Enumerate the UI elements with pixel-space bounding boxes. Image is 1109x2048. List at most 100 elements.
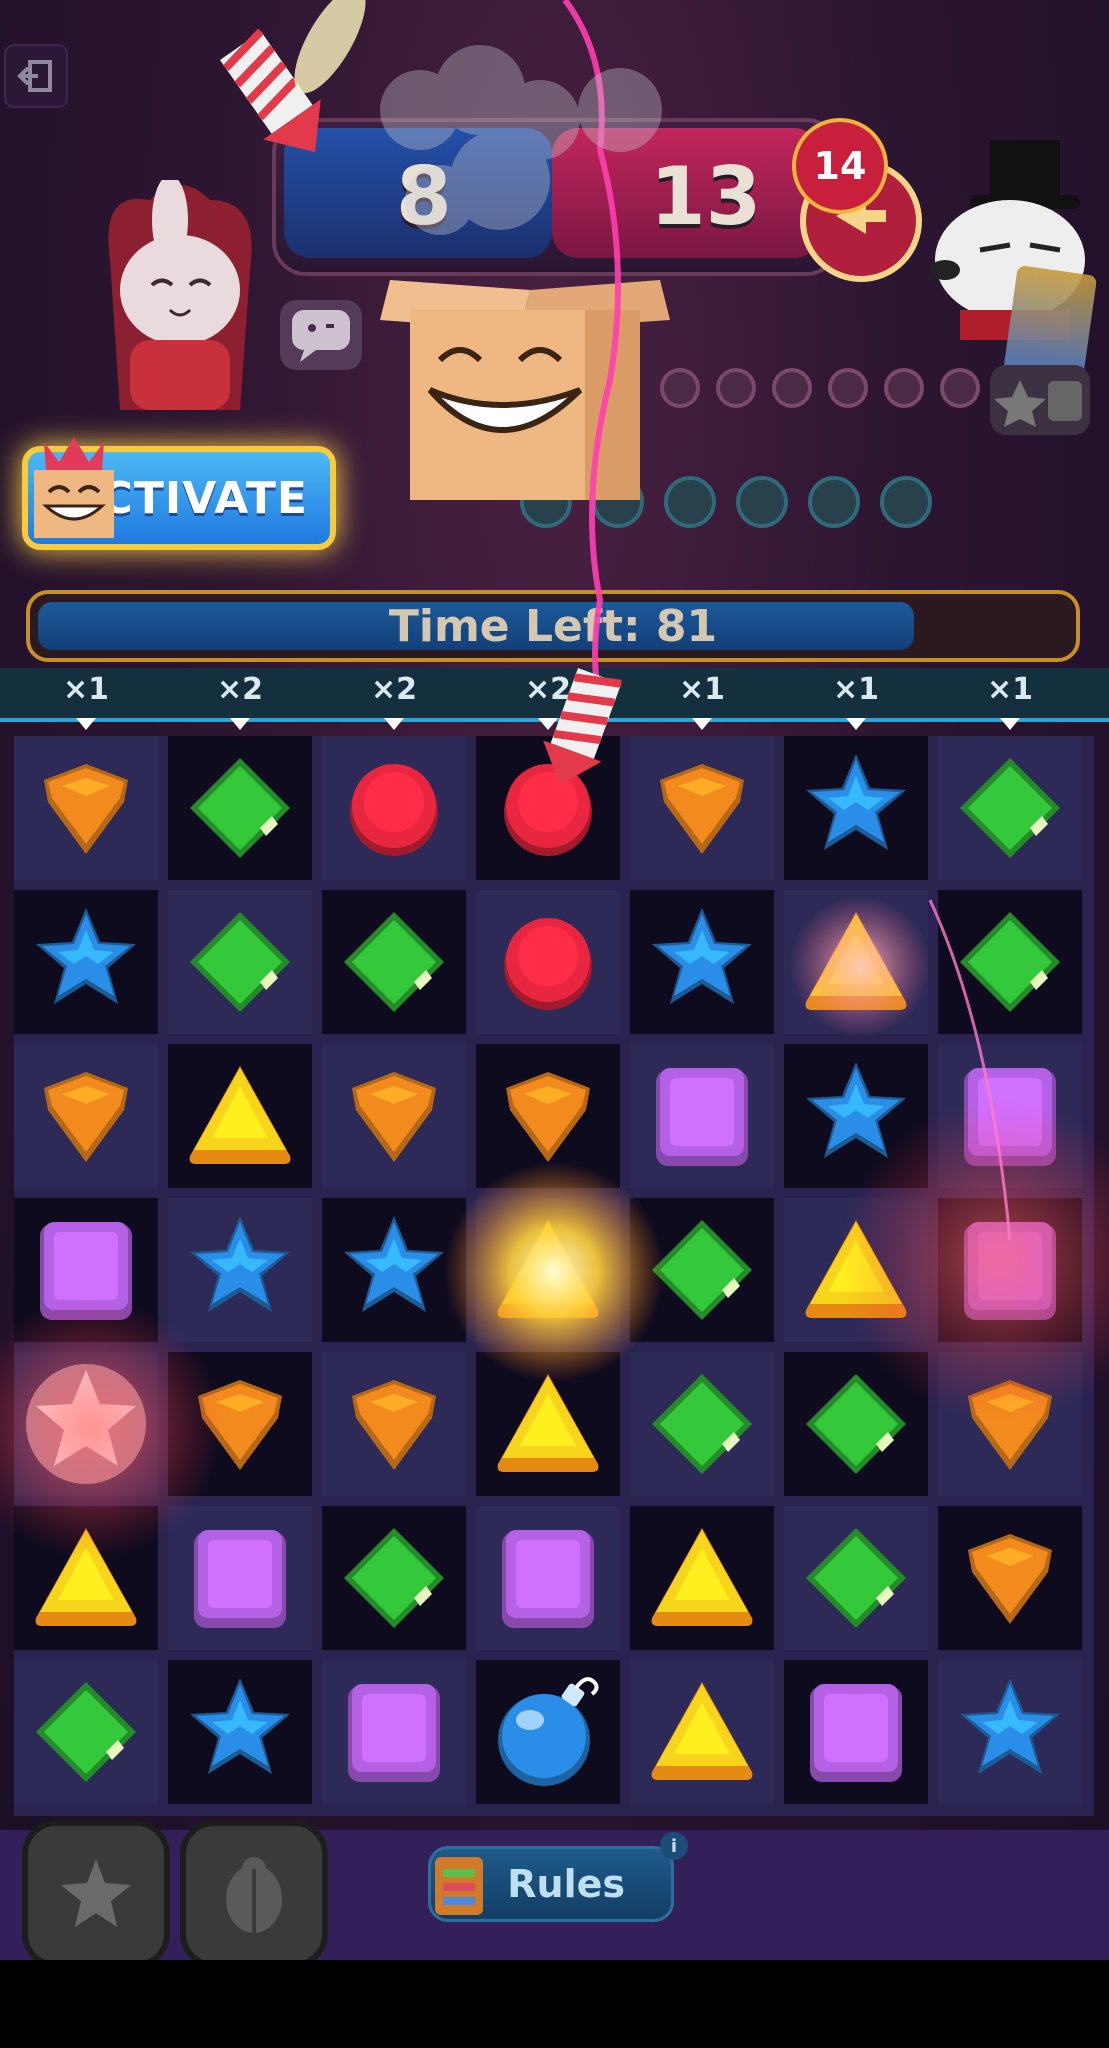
board-cell[interactable] [630, 1352, 774, 1496]
board-cell[interactable] [14, 1198, 158, 1342]
progress-dot [772, 368, 812, 408]
board-cell[interactable] [938, 1044, 1082, 1188]
purple-square-icon [502, 1530, 594, 1628]
red-gem-icon [504, 918, 592, 1010]
board-cell[interactable] [168, 890, 312, 1034]
red-gem-icon [504, 764, 592, 856]
column-multiplier: ×1 [986, 672, 1033, 707]
chat-emote-icon [292, 310, 350, 362]
board-cell[interactable] [784, 890, 928, 1034]
gift-box-icon [34, 437, 114, 538]
board-cell[interactable] [322, 1506, 466, 1650]
info-icon[interactable]: i [660, 1832, 688, 1860]
green-gem-icon [960, 912, 1060, 1012]
column-multiplier: ×2 [370, 672, 417, 707]
board-cell[interactable] [938, 1352, 1082, 1496]
board-cell[interactable] [784, 1352, 928, 1496]
board-cell[interactable] [630, 1044, 774, 1188]
purple-square-icon [810, 1684, 902, 1782]
green-gem-icon [960, 758, 1060, 858]
board-cell[interactable] [14, 890, 158, 1034]
column-pointer [846, 718, 866, 730]
board-cell[interactable] [322, 736, 466, 880]
opponent-progress-dots [660, 368, 980, 408]
blue-star-icon [190, 1678, 290, 1774]
board-cell[interactable] [322, 1660, 466, 1804]
board-cell[interactable] [168, 1198, 312, 1342]
screen-bottom-area [0, 1960, 1109, 2048]
board-cell[interactable] [938, 1198, 1082, 1342]
blue-star-icon [190, 1216, 290, 1312]
beetle-booster-button[interactable] [180, 1820, 328, 1960]
moves-badge: 14 [792, 118, 888, 214]
sparkle-star-icon [61, 1859, 131, 1927]
green-gem-icon [344, 912, 444, 1012]
board-cell[interactable] [476, 1198, 620, 1342]
board-cell[interactable] [630, 1506, 774, 1650]
progress-dot [880, 476, 932, 528]
board-cell[interactable] [784, 1660, 928, 1804]
green-gem-icon [344, 1528, 444, 1628]
board-cell[interactable] [14, 1352, 158, 1496]
purple-square-icon [194, 1530, 286, 1628]
yellow-triangle-icon [805, 1220, 907, 1318]
board-cell[interactable] [476, 1352, 620, 1496]
activate-button[interactable]: ACTIVATE [22, 437, 336, 550]
board-cell[interactable] [630, 1198, 774, 1342]
board-cell[interactable] [938, 736, 1082, 880]
board-cell[interactable] [14, 1660, 158, 1804]
orange-gem-icon [352, 1380, 436, 1470]
emote-button[interactable] [990, 365, 1090, 435]
blue-star-icon [36, 908, 136, 1004]
board-cell[interactable] [168, 1660, 312, 1804]
progress-dot [716, 368, 756, 408]
board-cell[interactable] [14, 1044, 158, 1188]
board-cell[interactable] [784, 1198, 928, 1342]
green-gem-icon [806, 1374, 906, 1474]
yellow-triangle-icon [189, 1066, 291, 1164]
board-cell[interactable] [476, 890, 620, 1034]
column-pointer [1000, 718, 1020, 730]
board-cell[interactable] [14, 1506, 158, 1650]
yellow-triangle-icon [497, 1374, 599, 1472]
progress-dot [808, 476, 860, 528]
board-cell[interactable] [14, 736, 158, 880]
rules-button[interactable]: Rules [428, 1846, 674, 1922]
box-mascot [380, 280, 670, 500]
board-cell[interactable] [630, 1660, 774, 1804]
board-cell[interactable] [476, 736, 620, 880]
exit-button[interactable] [4, 44, 68, 108]
red-gem-icon [350, 764, 438, 856]
board-cell[interactable] [168, 736, 312, 880]
blue-bomb-icon [498, 1677, 599, 1786]
column-pointer [384, 718, 404, 730]
game-board [14, 736, 1094, 1816]
board-cell[interactable] [168, 1044, 312, 1188]
board-cell[interactable] [322, 890, 466, 1034]
time-left-label: Time Left: 81 [388, 600, 718, 652]
green-gem-icon [190, 912, 290, 1012]
star-booster-button[interactable] [22, 1820, 170, 1960]
blue-star-icon [806, 1062, 906, 1158]
chat-button[interactable] [280, 300, 362, 370]
board-cell[interactable] [938, 1506, 1082, 1650]
board-cell[interactable] [322, 1198, 466, 1342]
board-cell[interactable] [476, 1506, 620, 1650]
column-multiplier: ×2 [524, 672, 571, 707]
board-cell[interactable] [476, 1660, 620, 1804]
board-cell[interactable] [168, 1506, 312, 1650]
sticker-icon [994, 380, 1082, 427]
board-cell[interactable] [784, 1506, 928, 1650]
board-cell[interactable] [630, 890, 774, 1034]
board-cell[interactable] [322, 1044, 466, 1188]
board-cell[interactable] [322, 1352, 466, 1496]
board-cell[interactable] [784, 1044, 928, 1188]
board-cell[interactable] [938, 1660, 1082, 1804]
board-cell[interactable] [784, 736, 928, 880]
board-cell[interactable] [938, 890, 1082, 1034]
board-cell[interactable] [630, 736, 774, 880]
board-cell[interactable] [476, 1044, 620, 1188]
board-cell[interactable] [168, 1352, 312, 1496]
player-avatar [108, 180, 252, 410]
white-star-icon [26, 1364, 146, 1484]
